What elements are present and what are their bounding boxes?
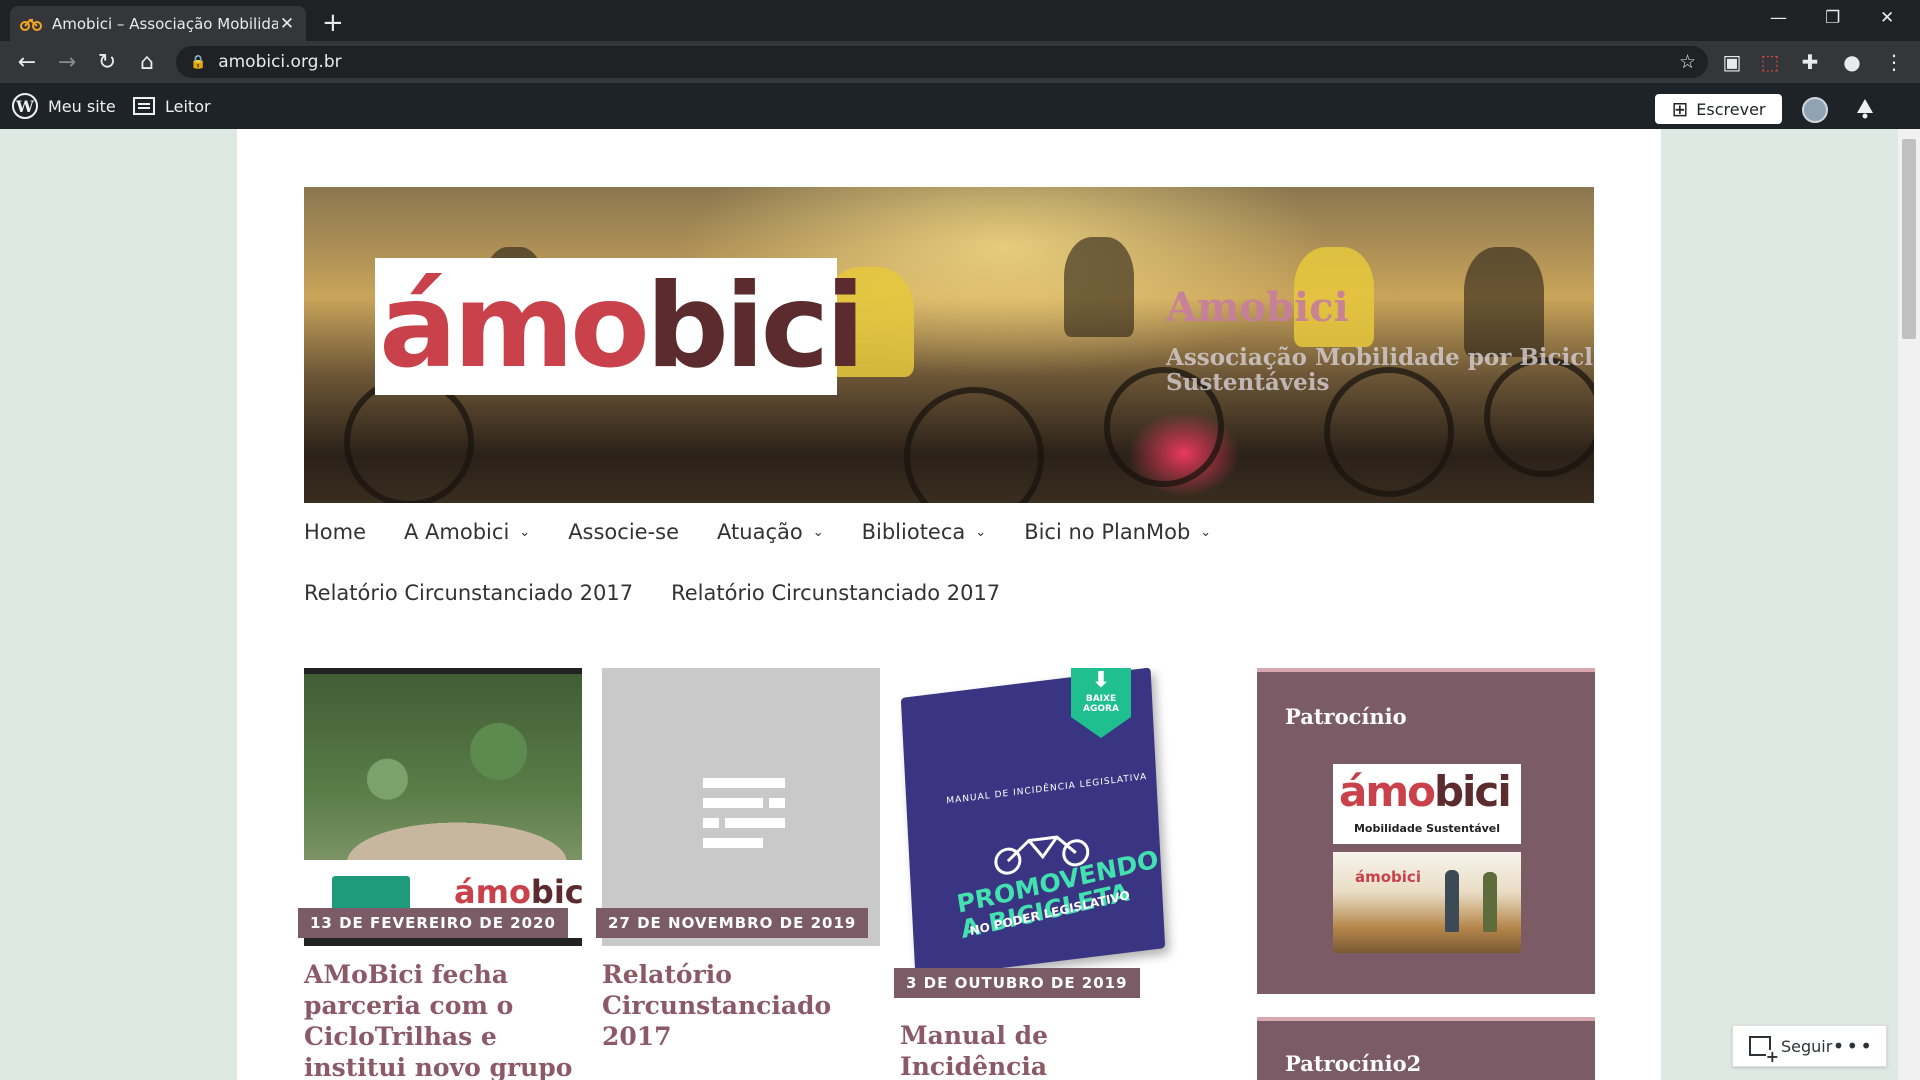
reload-icon[interactable]: ↻ xyxy=(92,47,122,77)
post-thumbnail[interactable] xyxy=(602,668,880,946)
menu-item-relatorio-2[interactable]: Relatório Circunstanciado 2017 xyxy=(671,581,1000,605)
browser-tabbar: Amobici – Associação Mobilidade ✕ + — ❐ … xyxy=(0,0,1920,41)
url-text: amobici.org.br xyxy=(218,52,342,72)
header-image: ámobici Amobici Associação Mobilidade po… xyxy=(304,187,1594,503)
reader-icon xyxy=(133,97,155,115)
sponsor-image[interactable]: ámobici xyxy=(1333,852,1521,953)
new-tab-icon[interactable]: + xyxy=(322,8,344,38)
book-header: MANUAL DE INCIDÊNCIA LEGISLATIVA xyxy=(946,772,1148,807)
address-bar[interactable]: 🔒 amobici.org.br ☆ xyxy=(176,46,1708,78)
menu-label: Atuação xyxy=(717,520,803,544)
chevron-down-icon: ⌄ xyxy=(812,524,824,540)
widget-title: Patrocínio xyxy=(1285,704,1407,729)
post-date[interactable]: 13 DE FEVEREIRO DE 2020 xyxy=(298,908,568,938)
site-logo[interactable]: ámobici xyxy=(375,258,865,395)
menu-item-home[interactable]: Home xyxy=(304,520,366,544)
follow-icon xyxy=(1749,1036,1779,1064)
reader-label: Leitor xyxy=(165,96,211,116)
person-silhouette xyxy=(1483,872,1497,932)
thumb-border xyxy=(304,668,582,674)
my-site-link[interactable]: W Meu site xyxy=(12,83,116,129)
sponsor-widget-2: Patrocínio2 xyxy=(1257,1017,1595,1080)
restore-icon[interactable]: ❐ xyxy=(1825,8,1840,28)
menu-label: Relatório Circunstanciado 2017 xyxy=(671,581,1001,605)
thumb-amobici-logo: ámobici xyxy=(454,873,582,911)
profile-icon[interactable]: ● xyxy=(1840,50,1864,74)
cyclist-silhouette xyxy=(1464,247,1544,357)
wordpress-logo-icon: W xyxy=(12,93,38,119)
bicycle-wheel xyxy=(904,387,1044,503)
primary-menu-row2: Relatório Circunstanciado 2017 Relatório… xyxy=(304,581,1038,605)
menu-item-relatorio-1[interactable]: Relatório Circunstanciado 2017 xyxy=(304,581,633,605)
notifications-icon[interactable] xyxy=(1852,95,1878,121)
write-label: Escrever xyxy=(1696,99,1766,119)
bicycle-icon xyxy=(20,17,42,31)
site-description: Associação Mobilidade por Bicicleta e Mo… xyxy=(1166,344,1594,396)
back-icon[interactable]: ← xyxy=(12,47,42,77)
write-button[interactable]: ⊞ Escrever xyxy=(1655,94,1782,124)
bicycle-wheel xyxy=(344,377,474,503)
follow-label: Seguir xyxy=(1781,1036,1833,1056)
menu-item-biblioteca[interactable]: Biblioteca ⌄ xyxy=(862,520,987,544)
scrollbar-thumb[interactable] xyxy=(1902,139,1916,339)
extensions-puzzle-icon[interactable]: ✚ xyxy=(1798,50,1822,74)
site-title[interactable]: Amobici xyxy=(1166,284,1349,331)
download-icon: ⬇ xyxy=(1091,668,1111,693)
menu-label: Relatório Circunstanciado 2017 xyxy=(304,581,634,605)
post-title[interactable]: Manual de Incidência Legislativa da UCB xyxy=(900,1020,1190,1080)
primary-menu: Home A Amobici ⌄ Associe-se Atuação ⌄ Bibl… xyxy=(304,520,1249,544)
sponsor-logo[interactable]: ámobici Mobilidade Sustentável xyxy=(1333,764,1521,844)
menu-label: Bici no PlanMob xyxy=(1024,520,1191,544)
sponsor-image-logo: ámobici xyxy=(1355,868,1421,886)
menu-label: Home xyxy=(304,520,367,544)
wp-admin-bar: W Meu site Leitor xyxy=(0,83,1920,129)
avatar[interactable] xyxy=(1802,97,1828,123)
menu-label: Associe-se xyxy=(568,520,680,544)
browser-tab[interactable]: Amobici – Associação Mobilidade ✕ xyxy=(10,6,306,41)
person-silhouette xyxy=(1445,870,1459,932)
chevron-down-icon: ⌄ xyxy=(519,524,531,540)
pdf-extension-icon[interactable]: ⬚ xyxy=(1758,50,1782,74)
reader-link[interactable]: Leitor xyxy=(133,83,211,129)
my-site-label: Meu site xyxy=(48,96,116,116)
menu-item-associe-se[interactable]: Associe-se xyxy=(568,520,679,544)
menu-label: Biblioteca xyxy=(861,520,966,544)
post-title[interactable]: Relatório Circunstanciado 2017 xyxy=(602,959,892,1052)
menu-item-a-amobici[interactable]: A Amobici ⌄ xyxy=(404,520,530,544)
forward-icon[interactable]: → xyxy=(52,47,82,77)
follow-button[interactable]: Seguir ••• xyxy=(1732,1025,1887,1067)
menu-item-bici-no-planmob[interactable]: Bici no PlanMob ⌄ xyxy=(1024,520,1211,544)
post-date[interactable]: 27 DE NOVEMBRO DE 2019 xyxy=(596,908,869,938)
logo-text-red: ámo xyxy=(379,259,650,394)
page-content: ámobici Amobici Associação Mobilidade po… xyxy=(237,129,1661,1080)
extension-image-icon[interactable]: ▣ xyxy=(1720,50,1744,74)
post-date[interactable]: 3 DE OUTUBRO DE 2019 xyxy=(894,968,1140,998)
post-thumbnail[interactable]: MANUAL DE INCIDÊNCIA LEGISLATIVA PROMOVE… xyxy=(900,668,1178,988)
home-icon[interactable]: ⌂ xyxy=(132,47,162,77)
page-scrollbar[interactable] xyxy=(1898,129,1920,1080)
lock-icon: 🔒 xyxy=(190,54,207,70)
menu-kebab-icon[interactable]: ⋮ xyxy=(1882,50,1906,74)
window-close-icon[interactable]: ✕ xyxy=(1880,8,1894,28)
close-tab-icon[interactable]: ✕ xyxy=(278,14,296,34)
chevron-down-icon: ⌄ xyxy=(975,524,987,540)
more-options-icon[interactable]: ••• xyxy=(1833,1034,1874,1058)
minimize-icon[interactable]: — xyxy=(1770,8,1787,28)
sponsor-widget: Patrocínio ámobici Mobilidade Sustentáve… xyxy=(1257,668,1595,994)
widget-title: Patrocínio2 xyxy=(1285,1051,1422,1076)
thumb-border xyxy=(304,938,582,946)
sponsor-subtitle: Mobilidade Sustentável xyxy=(1353,822,1501,835)
post-thumbnail[interactable]: ámobici xyxy=(304,668,582,946)
document-icon xyxy=(703,778,785,848)
browser-toolbar: ← → ↻ ⌂ 🔒 amobici.org.br ☆ ▣ ⬚ ✚ ● ⋮ xyxy=(0,41,1920,83)
logo-text-dark: bici xyxy=(645,259,865,394)
bookmark-star-icon[interactable]: ☆ xyxy=(1679,51,1696,73)
menu-label: A Amobici xyxy=(404,520,510,544)
new-post-icon: ⊞ xyxy=(1671,97,1689,121)
tab-title: Amobici – Associação Mobilidade xyxy=(52,14,278,33)
chevron-down-icon: ⌄ xyxy=(1200,524,1212,540)
cyclist-silhouette xyxy=(1064,237,1134,337)
post-title[interactable]: AMoBici fecha parceria com o CicloTrilha… xyxy=(304,959,594,1080)
menu-item-atuacao[interactable]: Atuação ⌄ xyxy=(717,520,824,544)
